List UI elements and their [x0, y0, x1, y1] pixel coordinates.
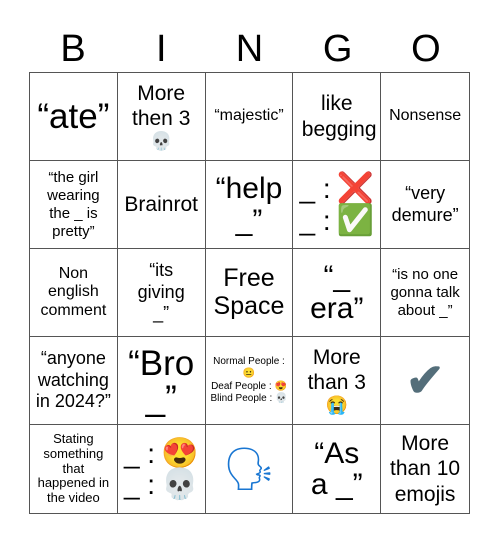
- bingo-cell[interactable]: “_ era”: [293, 249, 382, 337]
- bingo-cell[interactable]: “Bro _”: [117, 337, 206, 425]
- cell-text: “help _”: [215, 172, 283, 237]
- header-letter-g: G: [322, 28, 353, 70]
- bingo-cell[interactable]: “anyone watching in 2024?”: [30, 337, 118, 425]
- bingo-cell[interactable]: “the girl wearing the _ is pretty”: [30, 161, 118, 249]
- bingo-cell[interactable]: Brainrot: [117, 161, 206, 249]
- bingo-cell[interactable]: “help _”: [205, 161, 294, 249]
- bingo-cell[interactable]: “is no one gonna talk about _”: [381, 249, 469, 337]
- bingo-cell[interactable]: Stating something that happened in the v…: [30, 425, 118, 513]
- cell-text: Non english comment: [40, 264, 107, 319]
- speaking-head-icon: 🗣: [222, 445, 276, 493]
- header-letter-o: O: [411, 28, 441, 70]
- cell-text: like begging: [301, 92, 377, 141]
- bingo-cell[interactable]: Normal People : 😐 Deaf People : 😍 Blind …: [205, 337, 294, 425]
- check-mark-button-icon: ✅: [336, 203, 375, 237]
- cell-text: Nonsense: [389, 107, 462, 125]
- heart-eyes-icon: 😍: [274, 380, 287, 392]
- cell-text: Stating something that happened in the v…: [37, 430, 110, 506]
- neutral-face-icon: 😐: [242, 368, 256, 379]
- skull-icon: 💀: [149, 130, 173, 151]
- bingo-cell[interactable]: More then 3 💀: [117, 73, 206, 161]
- bingo-cell[interactable]: Nonsense: [381, 73, 469, 161]
- cell-line: Deaf People : 😍: [211, 380, 287, 392]
- bingo-cell[interactable]: ✔: [381, 337, 469, 425]
- cell-text: “the girl wearing the _ is pretty”: [47, 168, 100, 240]
- cell-line: Blind People : 💀: [210, 393, 288, 404]
- cross-mark-icon: ❌: [336, 172, 375, 205]
- cell-text: More than 3: [307, 345, 366, 394]
- free-space: Free Space: [213, 264, 285, 320]
- header-letter-n: N: [235, 28, 264, 70]
- loudly-crying-face-icon: 😭: [325, 394, 348, 415]
- skull-icon: 💀: [161, 468, 199, 501]
- cell-text: “_ era”: [310, 260, 364, 325]
- bingo-cell[interactable]: like begging: [293, 73, 382, 161]
- bingo-cell[interactable]: “very demure”: [381, 161, 469, 249]
- blank-label: _ :: [123, 469, 156, 501]
- blank-label: _ :: [299, 173, 331, 205]
- cell-text: Brainrot: [124, 192, 198, 216]
- bingo-cell[interactable]: “majestic”: [205, 73, 294, 161]
- bingo-header: B I N G O: [29, 26, 470, 72]
- cell-text: More then 3: [131, 81, 191, 130]
- bingo-cell[interactable]: “its giving _”: [117, 249, 206, 337]
- cell-text: “is no one gonna talk about _”: [390, 265, 460, 319]
- cell-text: More than 10 emojis: [390, 432, 461, 506]
- bingo-cell[interactable]: 🗣: [206, 425, 294, 513]
- bingo-grid: “ate” More then 3 💀 “majestic” like begg…: [29, 72, 470, 514]
- bingo-cell[interactable]: _ : 😍 _ : 💀: [118, 425, 206, 513]
- cell-line: Normal People : 😐: [213, 355, 285, 380]
- heart-eyes-icon: 😍: [161, 436, 199, 470]
- cell-text: “very demure”: [391, 182, 459, 225]
- bingo-cell[interactable]: “ate”: [30, 73, 118, 161]
- check-mark-icon: ✔: [405, 353, 445, 406]
- cell-text: “As a _”: [310, 436, 363, 501]
- cell-text: “ate”: [37, 97, 110, 136]
- header-letter-i: I: [156, 28, 167, 70]
- bingo-cell[interactable]: “As a _”: [293, 425, 382, 513]
- bingo-cell[interactable]: More than 3 😭: [293, 337, 382, 425]
- header-letter-b: B: [60, 28, 86, 70]
- blank-label: _ :: [299, 204, 331, 236]
- bingo-cell[interactable]: _ : ❌ _ : ✅: [293, 161, 382, 249]
- bingo-cell[interactable]: Free Space: [205, 249, 294, 337]
- cell-text: “majestic”: [214, 107, 284, 125]
- blank-label: _ :: [123, 437, 156, 469]
- cell-text: “its giving _”: [137, 260, 185, 324]
- cell-text: “anyone watching in 2024?”: [35, 348, 111, 412]
- bingo-cell[interactable]: More than 10 emojis: [381, 425, 469, 513]
- skull-icon: 💀: [275, 393, 288, 404]
- cell-text: “Bro _”: [128, 343, 195, 418]
- bingo-cell[interactable]: Non english comment: [30, 249, 118, 337]
